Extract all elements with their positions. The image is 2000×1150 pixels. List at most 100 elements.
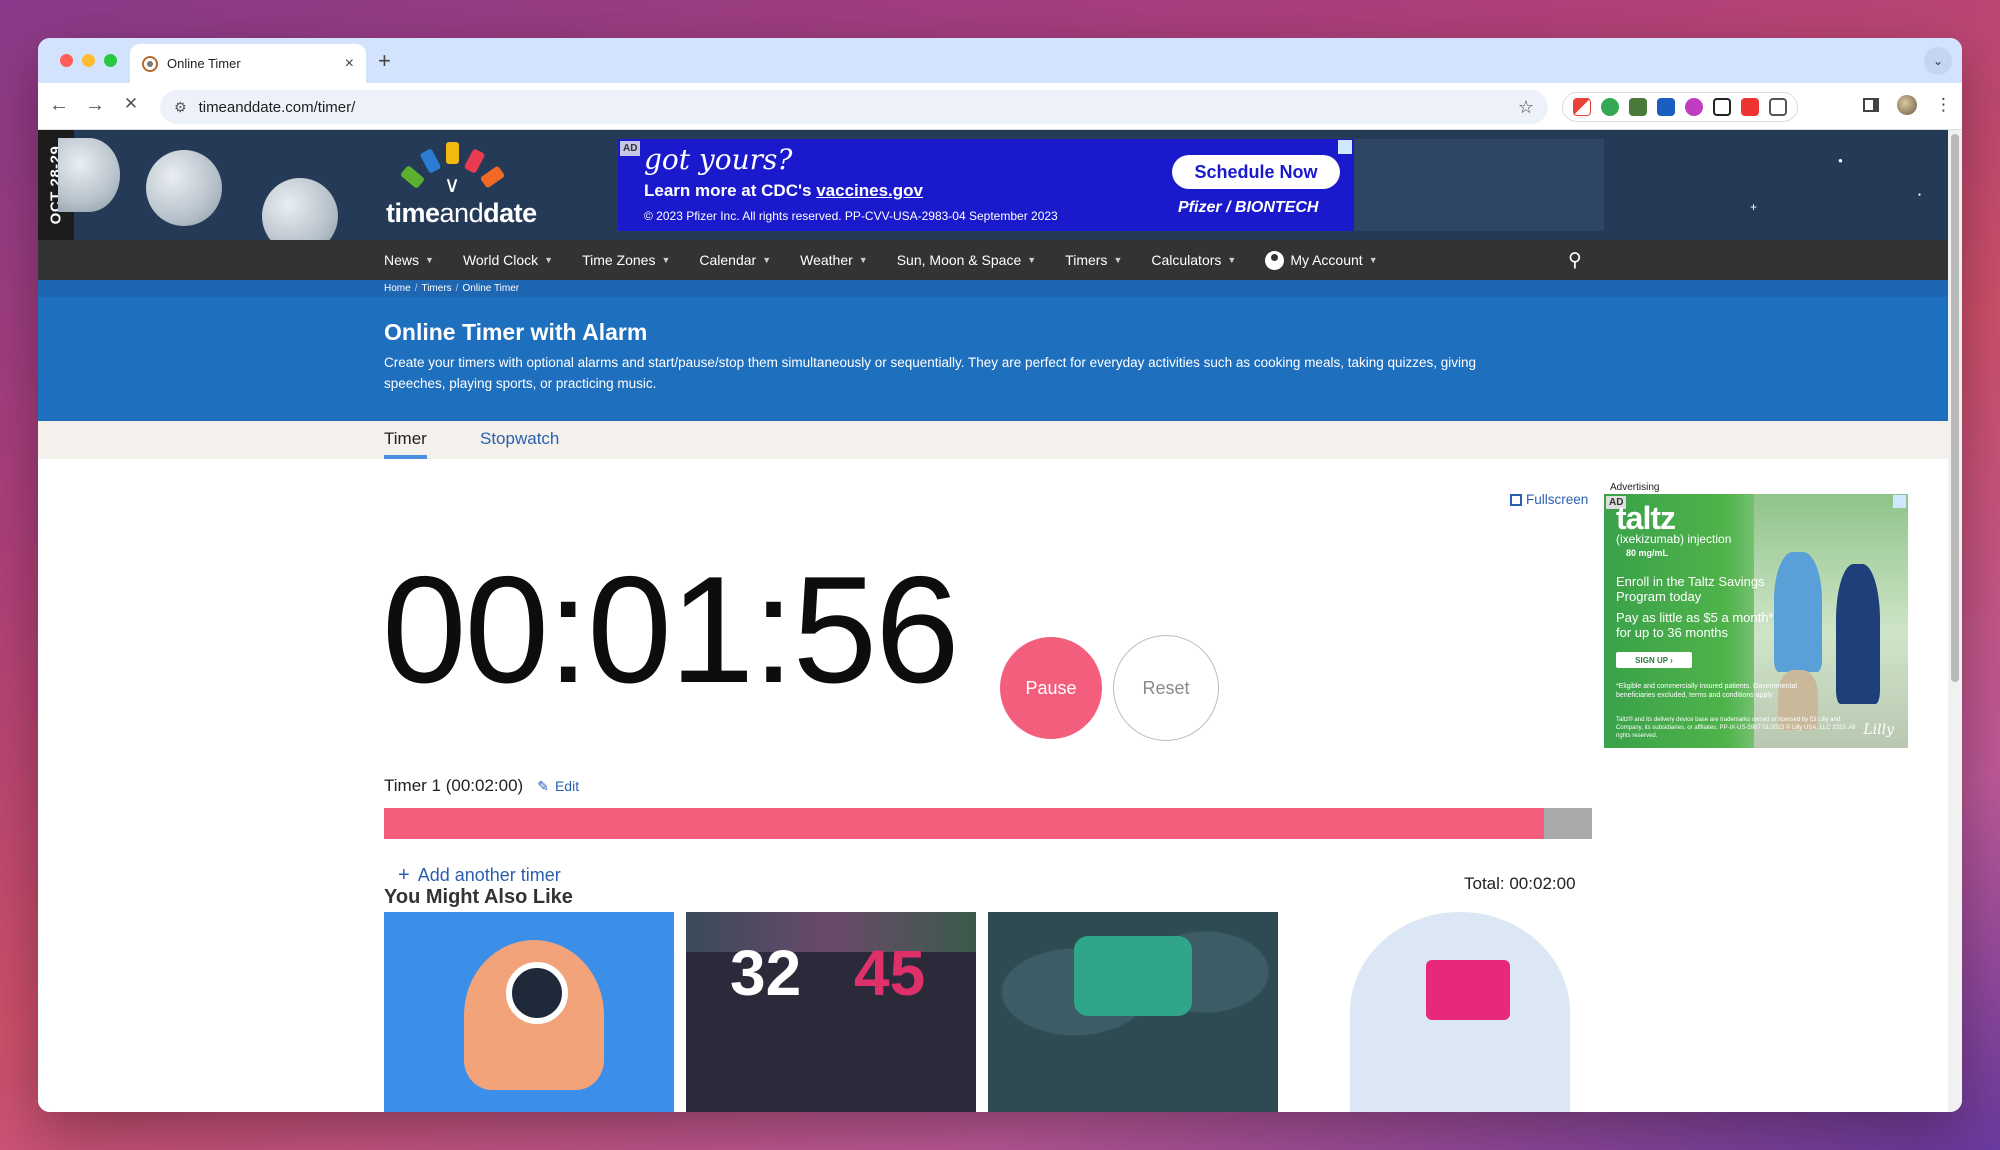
total-time: Total: 00:02:00 <box>1464 874 1576 893</box>
pencil-icon: ✎ <box>537 777 549 794</box>
site-settings-icon[interactable]: ⚙ <box>174 99 187 116</box>
nav-calendar[interactable]: Calendar ▼ <box>699 252 771 268</box>
add-timer-button[interactable]: + Add another timer <box>398 864 561 887</box>
main-navigation: News ▼ World Clock ▼ Time Zones ▼ Calendar ▼… <box>38 240 1948 280</box>
related-card-map[interactable] <box>988 912 1278 1112</box>
minimize-window-button[interactable] <box>82 54 95 67</box>
countdown-digits-white: 32 <box>730 937 802 1009</box>
tab-strip: Online Timer × + ⌄ <box>38 38 1962 83</box>
extensions-bar <box>1562 92 1798 122</box>
page-description: Create your timers with optional alarms … <box>384 355 1477 391</box>
sparkle-icon: ● <box>1838 156 1843 165</box>
nav-my-account[interactable]: My Account ▼ <box>1265 250 1378 270</box>
extension-badge-icon[interactable] <box>1601 98 1619 116</box>
ad-signup-button[interactable]: SIGN UP › <box>1616 652 1692 668</box>
chevron-down-icon: ▼ <box>858 255 868 265</box>
chevron-down-icon: ▼ <box>762 255 772 265</box>
maximize-window-button[interactable] <box>104 54 117 67</box>
puzzle-icon[interactable] <box>1769 98 1787 116</box>
tab-search-button[interactable]: ⌄ <box>1924 47 1952 75</box>
sheets-extension-icon[interactable] <box>1629 98 1647 116</box>
moon-decoration <box>262 178 338 240</box>
adchoices-icon[interactable] <box>1338 140 1352 154</box>
timer-display: 00:01:56 <box>382 545 960 715</box>
gmail-icon[interactable] <box>1573 98 1591 116</box>
notion-icon[interactable] <box>1713 98 1731 116</box>
browser-toolbar: ← → ✕ ⚙ timeanddate.com/timer/ ☆ ⋮ <box>38 83 1962 130</box>
breadcrumb-home[interactable]: Home <box>384 283 411 294</box>
nav-news[interactable]: News ▼ <box>384 252 434 268</box>
sparkle-icon: + <box>1750 200 1758 214</box>
nav-time-zones[interactable]: Time Zones ▼ <box>582 252 670 268</box>
new-tab-button[interactable]: + <box>378 48 391 74</box>
related-card-countdown[interactable]: 32 45 <box>686 912 976 1112</box>
ad-fineprint: *Eligible and commercially insured patie… <box>1616 683 1797 699</box>
pause-button[interactable]: Pause <box>1000 637 1102 739</box>
progress-fill <box>384 808 1544 839</box>
nav-sun-moon-space[interactable]: Sun, Moon & Space ▼ <box>897 252 1036 268</box>
ad-fineprint: © 2023 Pfizer Inc. All rights reserved. … <box>644 209 1058 223</box>
breadcrumb-timers[interactable]: Timers <box>421 283 451 294</box>
logo-ray <box>463 148 486 174</box>
fullscreen-button[interactable]: Fullscreen <box>1510 492 1588 507</box>
ad-line-1: Enroll in the Taltz Savings Program toda… <box>1616 574 1765 604</box>
page-header: Online Timer with Alarm Create your time… <box>38 297 1948 421</box>
nav-world-clock[interactable]: World Clock ▼ <box>463 252 553 268</box>
page-scrollbar[interactable] <box>1948 130 1962 1112</box>
account-icon <box>1265 250 1285 270</box>
chevron-down-icon: ▼ <box>1113 255 1123 265</box>
search-icon[interactable]: ⚲ <box>1568 249 1582 272</box>
tab-stopwatch[interactable]: Stopwatch <box>480 429 559 449</box>
bookmark-star-icon[interactable]: ☆ <box>1518 97 1534 118</box>
logo-ray <box>419 148 442 174</box>
related-card-timer[interactable] <box>384 912 674 1112</box>
url-text[interactable]: timeanddate.com/timer/ <box>199 99 1506 116</box>
banner-ad[interactable]: AD got yours? Learn more at CDC's vaccin… <box>618 139 1354 231</box>
ad-legal: Taltz® and its delivery device base are … <box>1616 717 1856 739</box>
close-window-button[interactable] <box>60 54 73 67</box>
stack-extension-icon[interactable] <box>1741 98 1759 116</box>
nav-timers[interactable]: Timers ▼ <box>1065 252 1122 268</box>
timeanddate-logo[interactable]: ∨ timeanddate <box>386 138 556 233</box>
app-logo-icon <box>1074 936 1192 1016</box>
forward-button[interactable]: → <box>82 94 108 117</box>
reset-button[interactable]: Reset <box>1113 635 1219 741</box>
ad-tag: AD <box>620 141 641 156</box>
ad-schedule-button[interactable]: Schedule Now <box>1172 155 1340 189</box>
browser-window: Online Timer × + ⌄ ← → ✕ ⚙ timeanddate.c… <box>38 38 1962 1112</box>
back-button[interactable]: ← <box>46 94 72 117</box>
side-ad[interactable]: AD taltz (ixekizumab) injection 80 mg/mL… <box>1604 494 1908 748</box>
close-tab-icon[interactable]: × <box>345 55 354 73</box>
calendar-illustration-icon <box>1426 960 1510 1020</box>
ad-line-2: Pay as little as $5 a month* for up to 3… <box>1616 610 1774 640</box>
browser-menu-icon[interactable]: ⋮ <box>1935 95 1952 115</box>
purple-extension-icon[interactable] <box>1685 98 1703 116</box>
window-controls <box>60 54 117 67</box>
scrollbar-thumb[interactable] <box>1951 134 1959 682</box>
adchoices-icon[interactable] <box>1893 495 1906 508</box>
ad-subtitle: (ixekizumab) injection <box>1616 532 1732 546</box>
plus-icon: + <box>398 864 410 886</box>
browser-tab[interactable]: Online Timer × <box>130 44 366 83</box>
stop-loading-button[interactable]: ✕ <box>118 94 144 114</box>
edit-timer-button[interactable]: ✎ Edit <box>537 778 579 795</box>
breadcrumb: Home / Timers / Online Timer <box>38 280 1948 297</box>
timer-name-row: Timer 1 (00:02:00) ✎ Edit <box>384 776 579 796</box>
tab-timer[interactable]: Timer <box>384 429 427 459</box>
profile-avatar[interactable] <box>1897 95 1917 115</box>
ad-subline: Learn more at CDC's vaccines.gov <box>644 181 923 200</box>
ad-maker: Lilly <box>1863 722 1894 738</box>
chevron-down-icon: ▼ <box>1227 255 1237 265</box>
nav-calculators[interactable]: Calculators ▼ <box>1151 252 1236 268</box>
side-panel-icon[interactable] <box>1863 98 1879 112</box>
chevron-down-icon: ▼ <box>425 255 434 265</box>
tab-extension-icon[interactable] <box>1657 98 1675 116</box>
nav-weather[interactable]: Weather ▼ <box>800 252 868 268</box>
related-card-meeting[interactable] <box>1290 912 1580 1112</box>
address-bar[interactable]: ⚙ timeanddate.com/timer/ ☆ <box>160 90 1548 124</box>
chevron-down-icon: ▼ <box>1368 255 1378 265</box>
timeanddate-favicon-icon <box>142 55 158 72</box>
breadcrumb-current: Online Timer <box>462 283 520 294</box>
stopwatch-illustration-icon <box>506 962 568 1024</box>
logo-ray <box>479 165 506 189</box>
